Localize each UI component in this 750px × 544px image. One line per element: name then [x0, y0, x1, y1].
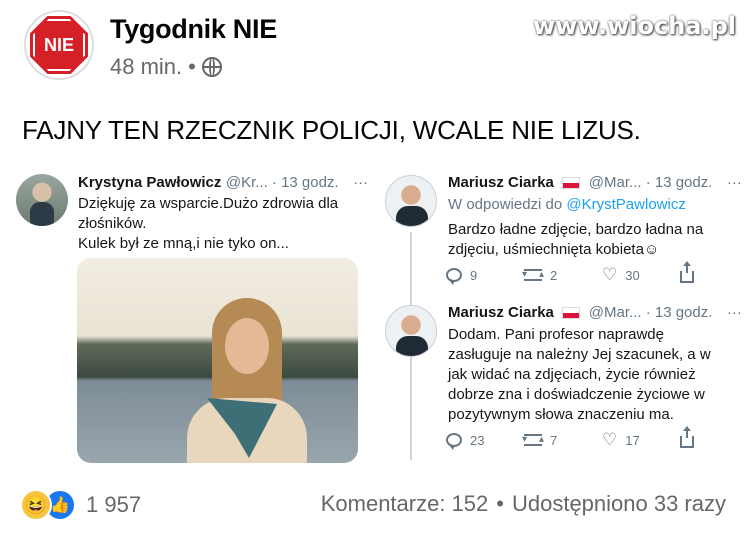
tweet-line: zdjęciu, uśmiechnięta kobieta☺: [448, 241, 660, 258]
retweet-count: 7: [550, 432, 558, 448]
heart-icon: ♡: [602, 265, 618, 284]
tweet-text: Bardzo ładne zdjęcie, bardzo ładna na zd…: [448, 220, 738, 260]
avatar: [16, 174, 68, 226]
reply-count: 9: [470, 267, 478, 283]
tweet-line: Kulek był ze mną,i nie tyko on...: [78, 235, 289, 252]
footer-stats: Komentarze: 152 • Udostępniono 33 razy: [321, 491, 726, 517]
reply-icon: [446, 268, 462, 285]
post-meta: 48 min. •: [110, 54, 222, 80]
poland-flag-icon: [562, 306, 581, 319]
reply-count: 23: [470, 432, 485, 448]
retweet-button[interactable]: 2: [522, 267, 602, 283]
like-button[interactable]: ♡ 17: [602, 430, 680, 449]
tweet-author-name: Mariusz Ciarka: [448, 304, 554, 321]
tweet-handle-time: @Kr... · 13 godz.: [225, 174, 339, 191]
meta-dot: •: [188, 54, 196, 79]
retweet-count: 2: [550, 267, 558, 283]
tweet-line: dobrze zna i doświadczenie życiowe w: [448, 386, 705, 403]
tweet-header: Mariusz Ciarka @Mar... · 13 godz. ···: [448, 304, 742, 322]
tweet-line: zasługuje na należny Jej szacunek, a w: [448, 346, 711, 363]
reply-button[interactable]: 9: [446, 267, 524, 285]
globe-icon: [201, 57, 222, 77]
tweet-header: Krystyna Pawłowicz @Kr... · 13 godz. ···: [78, 174, 368, 192]
reaction-count: 1 957: [86, 492, 142, 517]
avatar: [385, 305, 437, 357]
reply-button[interactable]: 23: [446, 432, 524, 450]
tweet-text: Dodam. Pani profesor naprawdę zasługuje …: [448, 325, 738, 425]
tweet-actions: 23 7 ♡ 17: [446, 426, 750, 450]
like-count: 17: [625, 432, 640, 448]
tweet-line: złośników.: [78, 215, 147, 232]
avatar: [385, 175, 437, 227]
tweet-line: Dziękuję za wsparcie.Dużo zdrowia dla: [78, 195, 339, 212]
more-icon: ···: [726, 174, 742, 191]
tweet-handle-time: @Mar... · 13 godz.: [588, 174, 713, 191]
tweet-header: Mariusz Ciarka @Mar... · 13 godz. ···: [448, 174, 742, 192]
tweet-line: pozytywnym słowa znaczeniu ma.: [448, 406, 674, 423]
share-icon: [680, 261, 694, 283]
reply-prefix: W odpowiedzi do: [448, 196, 563, 213]
shares-count[interactable]: Udostępniono 33 razy: [512, 491, 726, 517]
tweet-photo[interactable]: [77, 258, 358, 463]
tweet-line: jak widać na zdjęciach, życie również: [448, 366, 696, 383]
retweet-button[interactable]: 7: [522, 432, 602, 448]
reply-to: W odpowiedzi do @KrystPawlowicz: [448, 196, 686, 213]
heart-icon: ♡: [602, 430, 618, 449]
photo-person: [187, 298, 307, 463]
tweet-author-name: Mariusz Ciarka: [448, 174, 554, 191]
reactions-summary[interactable]: 😆 👍 1 957: [20, 489, 141, 521]
haha-reaction-icon: 😆: [20, 489, 52, 521]
stop-sign-logo: NIE: [30, 16, 88, 74]
retweet-icon: [522, 269, 544, 281]
tweet-line: Dodam. Pani profesor naprawdę: [448, 326, 664, 343]
share-icon: [680, 426, 694, 448]
like-count: 30: [625, 267, 640, 283]
post-time[interactable]: 48 min.: [110, 54, 182, 80]
like-button[interactable]: ♡ 30: [602, 265, 680, 284]
tweet-author-name: Krystyna Pawłowicz: [78, 174, 222, 191]
post-text: FAJNY TEN RZECZNIK POLICJI, WCALE NIE LI…: [22, 115, 641, 145]
more-icon: ···: [726, 304, 742, 321]
tweet-actions: 9 2 ♡ 30: [446, 261, 750, 285]
footer-dot: •: [496, 491, 504, 516]
tweet-text: Dziękuję za wsparcie.Dużo zdrowia dla zł…: [78, 194, 358, 254]
logo-text: NIE: [33, 19, 85, 71]
watermark: www.wiocha.pl: [532, 12, 736, 40]
page-name[interactable]: Tygodnik NIE: [110, 14, 277, 45]
tweet-handle-time: @Mar... · 13 godz.: [588, 304, 713, 321]
poland-flag-icon: [562, 176, 581, 189]
more-icon: ···: [353, 174, 369, 191]
retweet-icon: [522, 434, 544, 446]
comments-count[interactable]: Komentarze: 152: [321, 491, 489, 517]
tweet-line: Bardzo ładne zdjęcie, bardzo ładna na: [448, 221, 704, 238]
reply-mention[interactable]: @KrystPawlowicz: [566, 196, 685, 213]
share-button[interactable]: [680, 426, 750, 448]
share-button[interactable]: [680, 261, 750, 283]
reply-icon: [446, 433, 462, 450]
page-avatar[interactable]: NIE: [24, 10, 94, 80]
